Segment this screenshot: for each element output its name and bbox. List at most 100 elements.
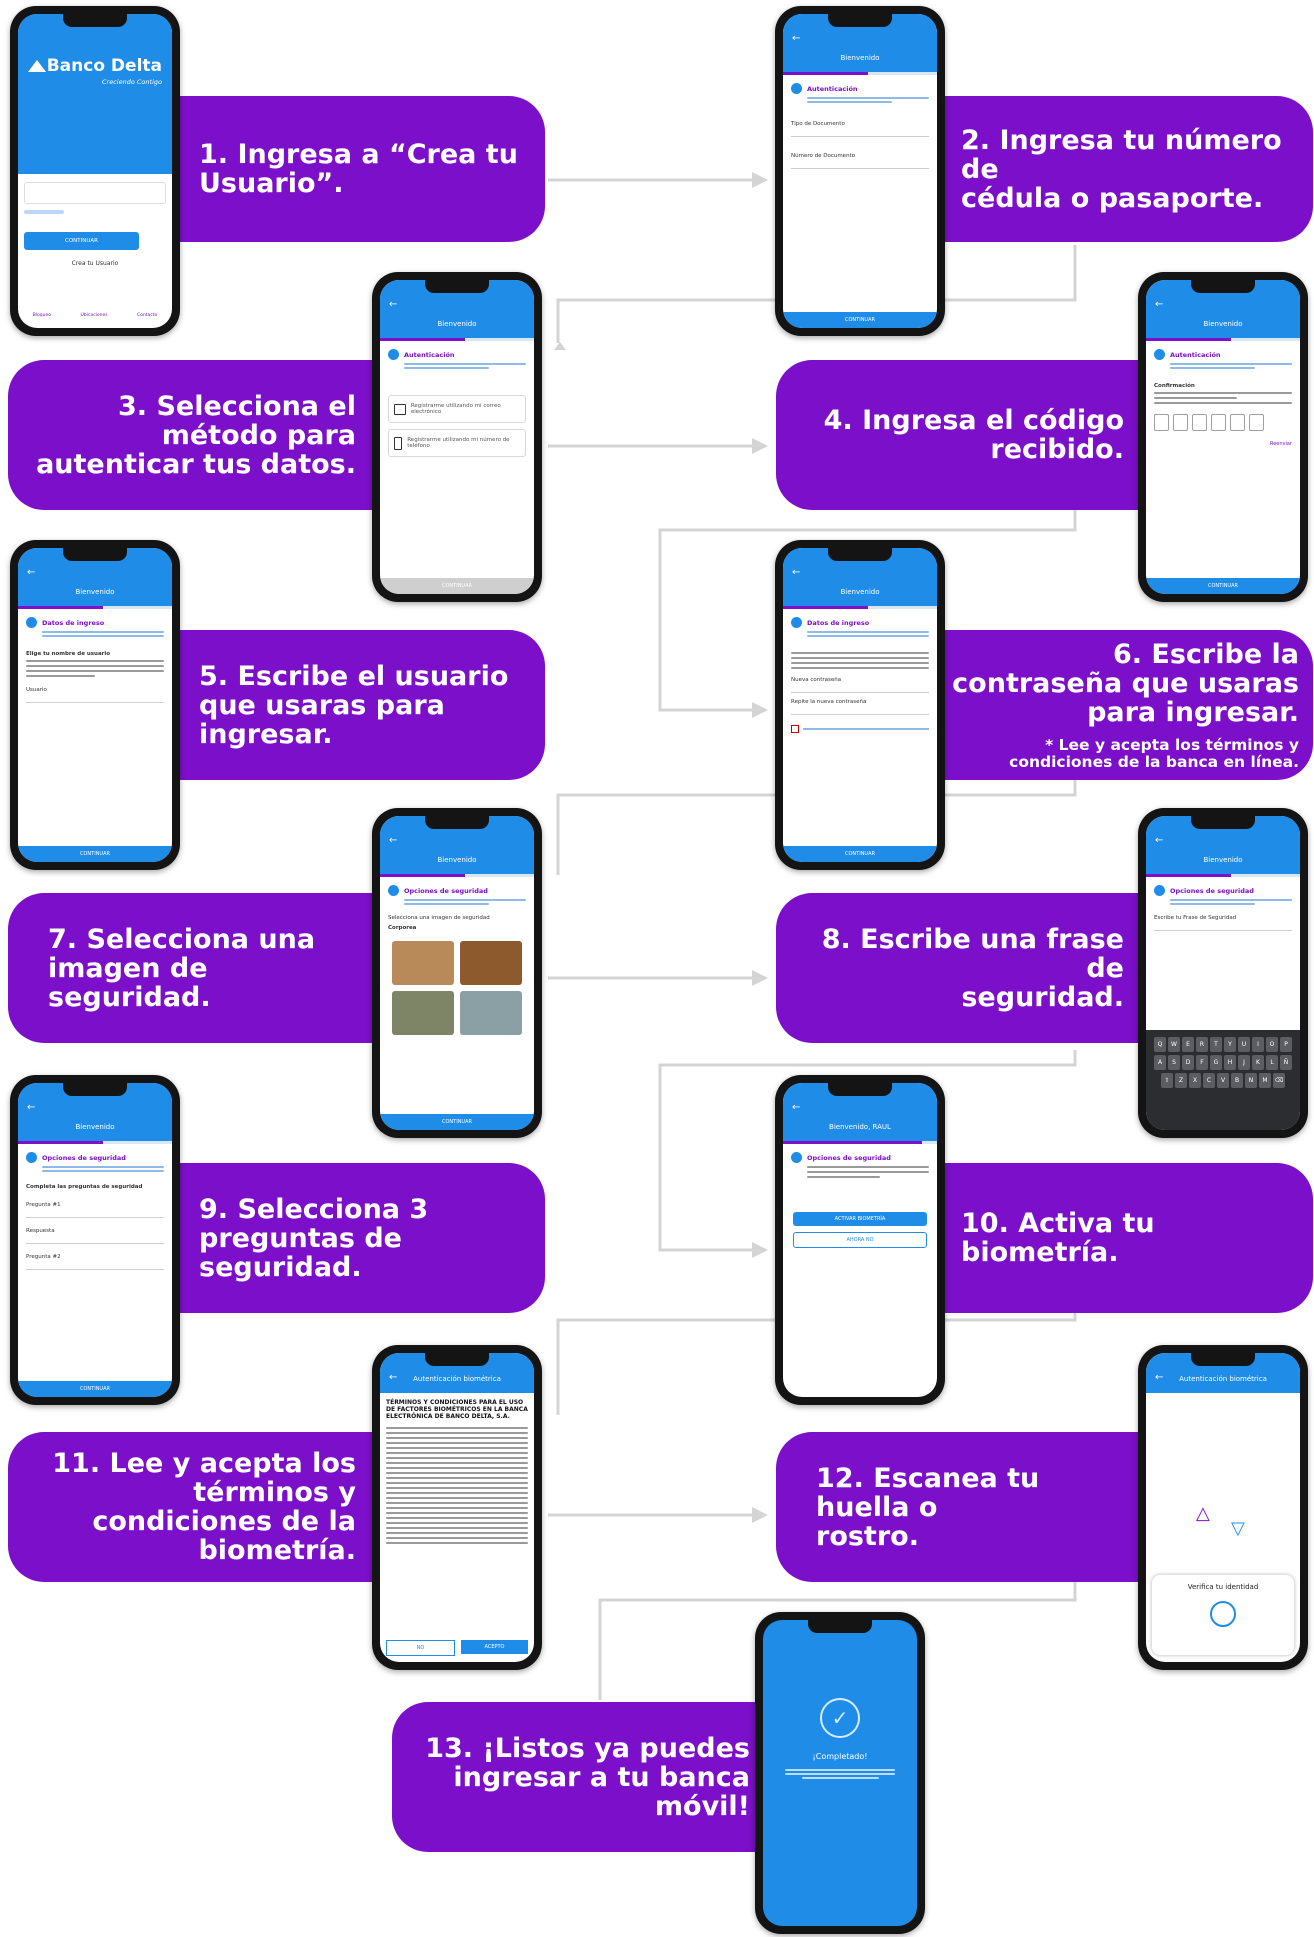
phone-step-2: ← Bienvenido Autenticación Tipo de Docum… — [775, 6, 945, 336]
sms-option[interactable]: Registrarme utilizando mi número de telé… — [388, 429, 526, 457]
security-image-option[interactable] — [392, 941, 454, 985]
step-13-card: 13. ¡Listos ya puedes ingresar a tu banc… — [392, 1702, 772, 1852]
back-arrow-icon[interactable]: ← — [792, 567, 800, 578]
step-8-card: 8. Escribe una frase de seguridad. — [776, 893, 1148, 1043]
phone-step-5: ← Bienvenido Datos de ingreso Elige tu n… — [10, 540, 180, 870]
continue-bar[interactable]: CONTINUAR — [1146, 578, 1300, 594]
nav-contact-label[interactable]: Contacto — [137, 313, 157, 318]
terms-checkbox[interactable] — [791, 725, 799, 733]
header-welcome: Bienvenido — [1203, 856, 1243, 864]
step-4-label: 4. Ingresa el código recibido. — [823, 405, 1124, 465]
terms-body — [380, 1420, 534, 1544]
step-7-card: 7. Selecciona una imagen de seguridad. — [8, 893, 380, 1043]
create-user-link[interactable]: Crea tu Usuario — [18, 260, 172, 267]
step-badge-icon — [1154, 885, 1165, 896]
phrase-input[interactable] — [1154, 921, 1292, 931]
security-image-option[interactable] — [392, 991, 454, 1035]
step-4-card: 4. Ingresa el código recibido. — [776, 360, 1148, 510]
back-arrow-icon[interactable]: ← — [1155, 299, 1163, 310]
security-image-category[interactable]: Corporea — [388, 925, 526, 931]
brand-tagline: Creciendo Contigo — [102, 78, 162, 86]
user-input[interactable] — [26, 693, 164, 703]
step-6-note: * Lee y acepta los términos y condicione… — [1009, 735, 1299, 771]
phone-step-13: ✓ ¡Completado! — [755, 1612, 925, 1934]
step-badge-icon — [388, 885, 399, 896]
step-11-label: 11. Lee y acepta los términos y condicio… — [52, 1448, 356, 1566]
step-badge-icon — [791, 1152, 802, 1163]
repeat-password-input[interactable] — [791, 705, 929, 715]
header-welcome: Bienvenido — [437, 856, 477, 864]
accept-button[interactable]: ACEPTO — [461, 1640, 528, 1654]
checkmark-icon: ✓ — [820, 1698, 860, 1738]
step-12-card: 12. Escanea tu huella o rostro. — [776, 1432, 1148, 1582]
login-hero: Banco Delta Creciendo Contigo — [18, 14, 172, 174]
continue-bar[interactable]: CONTINUAR — [18, 1381, 172, 1397]
back-arrow-icon[interactable]: ← — [792, 1102, 800, 1113]
back-arrow-icon[interactable]: ← — [389, 299, 397, 310]
phone-icon — [394, 436, 403, 450]
envelope-icon — [394, 403, 406, 415]
section-title: Opciones de seguridad — [1170, 886, 1254, 895]
section-title: Opciones de seguridad — [42, 1153, 126, 1162]
header-title: Autenticación biométrica — [413, 1375, 501, 1383]
nav-lock-label[interactable]: Bloqueo — [33, 313, 51, 318]
phone-step-3: ← Bienvenido Autenticación Registrarme u… — [372, 272, 542, 602]
back-arrow-icon[interactable]: ← — [1155, 835, 1163, 846]
remember-toggle[interactable] — [24, 210, 64, 214]
security-image-option[interactable] — [460, 991, 522, 1035]
question-1-select[interactable] — [26, 1208, 164, 1218]
step-12-label: 12. Escanea tu huella o rostro. — [816, 1462, 1040, 1552]
verify-label: Verifica tu identidad — [1187, 1583, 1259, 1591]
phone-step-11: ← Autenticación biométrica TÉRMINOS Y CO… — [372, 1345, 542, 1670]
new-password-input[interactable] — [791, 683, 929, 693]
phone-step-7: ← Bienvenido Opciones de seguridad Selec… — [372, 808, 542, 1138]
not-now-button[interactable]: AHORA NO — [793, 1232, 927, 1248]
on-screen-keyboard[interactable]: QWERTYUIOP ASDFGHJKLÑ ⇧ Z X C V B N M ⌫ — [1146, 1030, 1300, 1130]
back-arrow-icon[interactable]: ← — [27, 567, 35, 578]
step-6-card: 6. Escribe la contraseña que usaras para… — [935, 630, 1313, 780]
continue-bar[interactable]: CONTINUAR — [783, 846, 937, 862]
phone-step-6: ← Bienvenido Datos de ingreso Nueva cont… — [775, 540, 945, 870]
doc-type-select[interactable] — [791, 127, 929, 137]
code-inputs[interactable] — [1154, 414, 1292, 431]
username-input[interactable] — [24, 182, 166, 204]
continue-bar[interactable]: CONTINUAR — [380, 578, 534, 594]
step-badge-icon — [1154, 349, 1165, 360]
header-welcome: Bienvenido — [1203, 320, 1243, 328]
continue-button[interactable]: CONTINUAR — [24, 232, 139, 250]
answer-input[interactable] — [26, 1234, 164, 1244]
continue-bar[interactable]: CONTINUAR — [783, 312, 937, 328]
step-3-card: 3. Selecciona el método para autenticar … — [8, 360, 380, 510]
confirm-label: Confirmación — [1154, 383, 1195, 389]
continue-bar[interactable]: CONTINUAR — [18, 846, 172, 862]
step-1-card: 1. Ingresa a “Crea tu Usuario”. — [175, 96, 545, 242]
continue-bar[interactable]: CONTINUAR — [380, 1114, 534, 1130]
fingerprint-icon[interactable] — [1210, 1601, 1236, 1627]
triangle-down-icon: ▽ — [1231, 1518, 1245, 1539]
step-10-label: 10. Activa tu biometría. — [961, 1208, 1155, 1268]
back-arrow-icon[interactable]: ← — [792, 33, 800, 44]
step-badge-icon — [26, 617, 37, 628]
security-image-grid — [392, 941, 522, 1035]
security-image-option[interactable] — [460, 941, 522, 985]
resend-link[interactable]: Reenviar — [1154, 441, 1292, 447]
activate-biometrics-button[interactable]: ACTIVAR BIOMETRÍA — [793, 1212, 927, 1226]
step-11-card: 11. Lee y acepta los términos y condicio… — [8, 1432, 380, 1582]
step-2-card: 2. Ingresa tu número de cédula o pasapor… — [935, 96, 1313, 242]
step-badge-icon — [791, 83, 802, 94]
username-heading: Elige tu nombre de usuario — [26, 651, 111, 657]
back-arrow-icon[interactable]: ← — [389, 835, 397, 846]
step-10-card: 10. Activa tu biometría. — [935, 1163, 1313, 1313]
step-6-label: 6. Escribe la contraseña que usaras para… — [952, 638, 1299, 728]
back-arrow-icon[interactable]: ← — [27, 1102, 35, 1113]
verify-panel: Verifica tu identidad — [1152, 1575, 1294, 1655]
section-title: Opciones de seguridad — [807, 1153, 891, 1162]
section-title: Opciones de seguridad — [404, 886, 488, 895]
nav-location-label[interactable]: Ubicaciones — [80, 313, 107, 318]
no-button[interactable]: NO — [386, 1640, 455, 1656]
doc-number-input[interactable] — [791, 159, 929, 169]
header-welcome: Bienvenido, RAUL — [829, 1123, 891, 1131]
question-2-select[interactable] — [26, 1260, 164, 1270]
header-welcome: Bienvenido — [437, 320, 477, 328]
email-option[interactable]: Registrarme utilizando mi correo electró… — [388, 395, 526, 423]
